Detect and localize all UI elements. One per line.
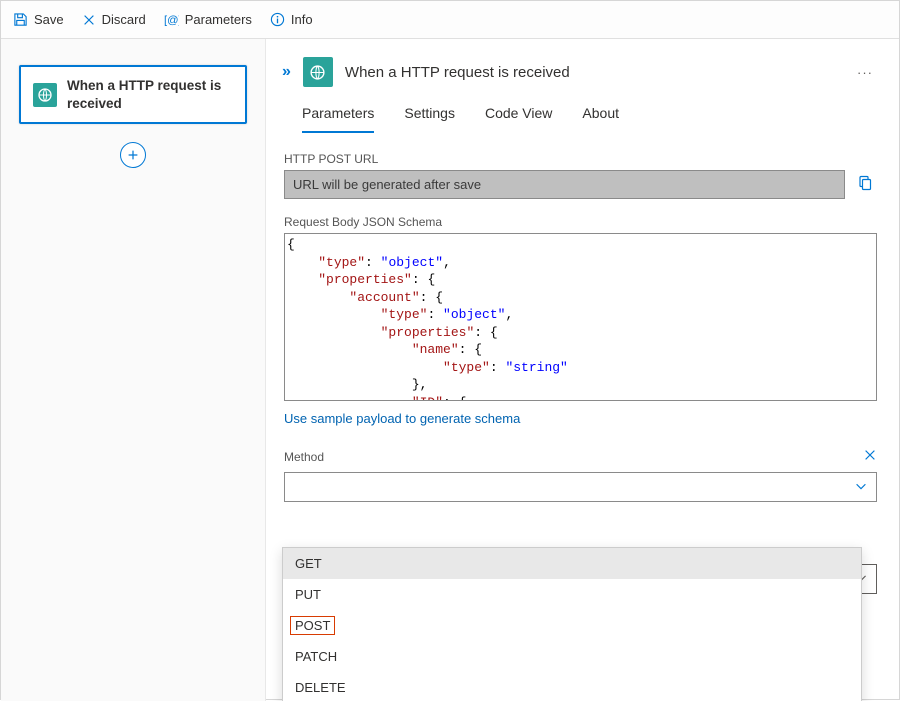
info-button[interactable]: Info	[270, 12, 313, 27]
ellipsis-icon: ···	[857, 65, 873, 80]
discard-label: Discard	[102, 12, 146, 27]
collapse-button[interactable]: »	[282, 63, 291, 81]
parameters-label: Parameters	[185, 12, 252, 27]
designer-canvas: When a HTTP request is received	[1, 39, 266, 701]
save-label: Save	[34, 12, 64, 27]
detail-title: When a HTTP request is received	[345, 64, 841, 81]
close-icon	[82, 13, 96, 27]
chevron-double-right-icon: »	[282, 63, 291, 80]
close-icon	[863, 448, 877, 462]
tab-parameters[interactable]: Parameters	[302, 105, 374, 133]
save-icon	[13, 12, 28, 27]
method-select[interactable]	[284, 472, 877, 502]
tabs: Parameters Settings Code View About	[282, 105, 877, 134]
url-field: URL will be generated after save	[284, 170, 845, 199]
clear-method-button[interactable]	[863, 448, 877, 466]
info-icon	[270, 12, 285, 27]
parameters-icon: [@]	[164, 12, 179, 27]
method-label: Method	[284, 450, 324, 464]
toolbar: Save Discard [@] Parameters Info	[1, 1, 899, 39]
plus-icon	[126, 148, 140, 162]
tab-settings[interactable]: Settings	[404, 105, 455, 133]
more-menu-button[interactable]: ···	[853, 61, 877, 84]
save-button[interactable]: Save	[13, 12, 64, 27]
schema-textarea[interactable]: { "type": "object", "properties": { "acc…	[284, 233, 877, 401]
sample-payload-link[interactable]: Use sample payload to generate schema	[284, 411, 520, 426]
trigger-title: When a HTTP request is received	[67, 77, 233, 112]
http-request-icon	[303, 57, 333, 87]
url-label: HTTP POST URL	[284, 152, 877, 166]
method-option-put[interactable]: PUT	[283, 579, 861, 610]
add-step-button[interactable]	[120, 142, 146, 168]
schema-label: Request Body JSON Schema	[284, 215, 877, 229]
method-option-get[interactable]: GET	[283, 548, 861, 579]
parameters-button[interactable]: [@] Parameters	[164, 12, 252, 27]
discard-button[interactable]: Discard	[82, 12, 146, 27]
svg-text:[@]: [@]	[164, 14, 179, 26]
info-label: Info	[291, 12, 313, 27]
chevron-down-icon	[854, 479, 868, 496]
tab-code-view[interactable]: Code View	[485, 105, 552, 133]
detail-pane: » When a HTTP request is received ··· Pa…	[266, 39, 899, 701]
method-option-post[interactable]: POST	[283, 610, 861, 641]
method-option-patch[interactable]: PATCH	[283, 641, 861, 672]
copy-url-button[interactable]	[853, 171, 877, 198]
copy-icon	[857, 175, 873, 191]
http-request-icon	[33, 83, 57, 107]
trigger-card[interactable]: When a HTTP request is received	[19, 65, 247, 124]
method-dropdown: GET PUT POST PATCH DELETE Enter custom v…	[282, 547, 862, 701]
method-option-delete[interactable]: DELETE	[283, 672, 861, 701]
tab-about[interactable]: About	[582, 105, 619, 133]
detail-header: » When a HTTP request is received ···	[282, 57, 877, 87]
